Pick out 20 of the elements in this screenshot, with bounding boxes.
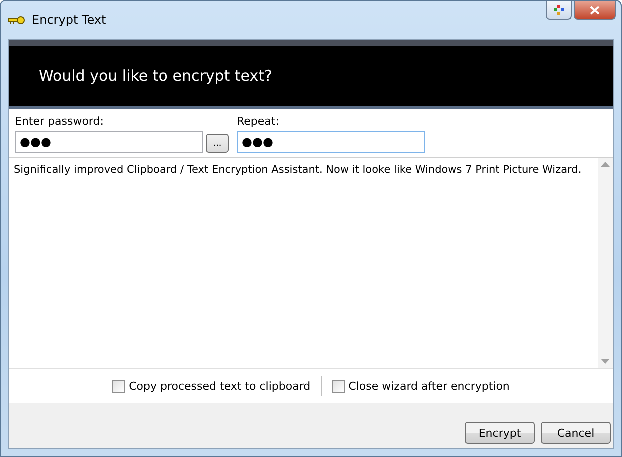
option-checkbox[interactable]: Copy processed text to clipboard xyxy=(112,380,311,392)
down-arrow-icon xyxy=(601,359,610,364)
browse-button[interactable]: ... xyxy=(206,134,229,153)
text-area[interactable]: Significally improved Clipboard / Text Encryption Assistant. Now it looke like Windows 7 Print Picture Wizard. xyxy=(9,158,598,368)
key-icon xyxy=(8,16,26,24)
header-title: Would you like to encrypt text? xyxy=(39,67,272,85)
password-field[interactable]: ●●● xyxy=(15,131,203,153)
scrollbar[interactable] xyxy=(598,158,613,368)
repeat-field[interactable]: ●●● xyxy=(237,131,425,153)
up-arrow-icon xyxy=(601,162,610,167)
close-button[interactable] xyxy=(574,1,616,20)
close-icon xyxy=(590,6,600,14)
repeat-label: Repeat: xyxy=(237,115,280,128)
cancel-button[interactable]: Cancel xyxy=(541,422,611,444)
colored-diamond-icon xyxy=(554,5,564,15)
password-label: Enter password: xyxy=(15,115,105,128)
window-title: Encrypt Text xyxy=(32,13,106,27)
encrypt-button[interactable]: Encrypt xyxy=(465,422,535,444)
option-checkbox[interactable]: Close wizard after encryption xyxy=(332,380,510,392)
help-button[interactable] xyxy=(546,1,572,20)
